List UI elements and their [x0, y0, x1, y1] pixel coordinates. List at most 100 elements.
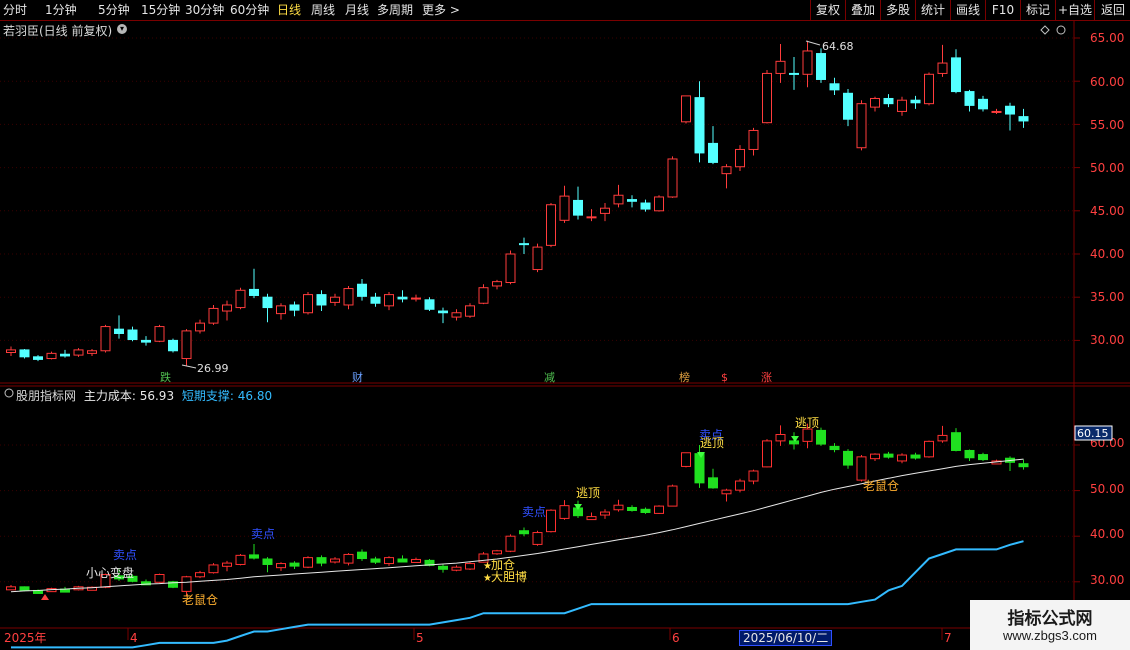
candle-body	[249, 288, 259, 296]
candle-body	[613, 194, 624, 205]
signal-sell: 卖点	[522, 505, 546, 519]
indicator-axis-label: 50.00	[1090, 482, 1124, 496]
cost-value: 56.93	[139, 389, 175, 403]
candle-body	[73, 349, 84, 356]
indicator-bar	[154, 574, 165, 583]
event-mark[interactable]: 减	[544, 371, 555, 384]
indicator-name[interactable]: 股朋指标网	[16, 389, 76, 403]
event-mark[interactable]: 榜	[679, 370, 690, 384]
signal-escape-top: 逃顶	[576, 486, 600, 500]
price-axis-label: 50.00	[1090, 161, 1124, 175]
indicator-bar	[694, 453, 705, 484]
candle-body	[937, 62, 948, 74]
signal-careful: 小心变盘	[86, 565, 134, 580]
indicator-bar	[343, 553, 354, 564]
indicator-bar	[964, 449, 975, 459]
low-annotation-arrow	[181, 364, 197, 369]
support-label-text: 短期支撑:	[181, 389, 234, 403]
signal-sell: 卖点	[251, 527, 275, 541]
candle-body	[721, 166, 732, 175]
indicator-axis-label: 40.00	[1090, 527, 1124, 541]
indicator-bar	[532, 532, 543, 545]
indicator-axis-label: 30.00	[1090, 573, 1124, 587]
cost-label-text: 主力成本:	[83, 389, 136, 403]
candle-body	[748, 129, 759, 150]
candle-body	[505, 253, 516, 284]
candle-body	[114, 328, 124, 334]
candle-body	[856, 103, 867, 149]
price-grid	[0, 37, 1080, 341]
indicator-bar	[843, 450, 853, 466]
indicator-bar	[829, 445, 840, 451]
event-mark[interactable]: 财	[352, 370, 363, 384]
candle-body	[330, 296, 340, 303]
indicator-bar	[762, 440, 772, 468]
indicator-bar	[411, 558, 421, 563]
candle-body	[276, 305, 286, 315]
indicator-bar	[816, 429, 826, 445]
cost-label: 主力成本: 56.93	[84, 389, 174, 403]
indicator-bar	[870, 453, 880, 460]
indicator-bar	[505, 535, 516, 552]
price-axis-label: 30.00	[1090, 333, 1124, 347]
indicator-bar	[681, 452, 691, 467]
chevron-down-icon[interactable]: ▾	[117, 24, 127, 34]
price-axis-label: 45.00	[1090, 204, 1124, 218]
event-mark[interactable]: 跌	[160, 370, 171, 384]
candle-body	[600, 207, 610, 214]
time-axis-label: 7	[944, 631, 952, 645]
candle-body	[303, 294, 313, 314]
low-annotation: 26.99	[197, 362, 229, 375]
price-axis-label: 65.00	[1090, 31, 1124, 45]
watermark-title: 指标公式网	[1007, 609, 1093, 629]
indicator-bar	[856, 456, 867, 481]
candle-body	[168, 339, 178, 352]
candle-body	[411, 297, 421, 300]
star-icon: ★	[483, 573, 492, 584]
candle-body	[87, 350, 97, 354]
indicator-bar	[6, 586, 16, 591]
indicator-bar	[708, 477, 718, 489]
candle-body	[100, 326, 111, 352]
indicator-bar	[303, 557, 313, 568]
candle-body	[978, 98, 988, 110]
indicator-bar	[546, 509, 556, 533]
candle-body	[789, 72, 799, 75]
circle-icon[interactable]	[1056, 25, 1066, 35]
candle-body	[181, 330, 192, 360]
candle-body	[735, 148, 745, 168]
event-mark[interactable]: 涨	[761, 371, 772, 384]
indicator-bar	[316, 557, 327, 564]
candle-body	[208, 307, 219, 324]
event-mark[interactable]: $	[721, 371, 728, 384]
indicator-bar	[289, 562, 300, 567]
indicator-bar	[249, 554, 259, 559]
indicator-bar	[438, 565, 448, 570]
signal-rat-position: 老鼠仓	[182, 593, 218, 607]
candle-body	[829, 83, 840, 91]
candle-body	[33, 356, 43, 360]
candle-body	[573, 199, 583, 216]
indicator-bar	[195, 572, 205, 578]
candle-body	[1005, 105, 1015, 115]
candle-body	[397, 296, 408, 300]
indicator-bar	[667, 485, 678, 507]
indicator-bar	[910, 454, 921, 459]
indicator-bar	[276, 563, 286, 569]
kline-chart[interactable]: 65.00 60.00 55.00 50.00 45.00 40.00 35.0…	[0, 0, 1130, 650]
candle-body	[519, 243, 529, 246]
candle-body	[627, 199, 637, 202]
candle-body	[465, 305, 475, 317]
diamond-icon[interactable]	[1040, 25, 1050, 35]
indicator-bar	[519, 530, 529, 535]
candle-body	[546, 204, 556, 246]
signal-sell: 卖点	[113, 548, 137, 562]
candle-body	[127, 329, 138, 341]
signal-escape-top: 逃顶	[795, 416, 819, 430]
time-axis-label: 5	[416, 631, 424, 645]
indicator-bar	[802, 428, 813, 442]
indicator-bar	[330, 558, 340, 563]
candle-body	[951, 57, 961, 93]
indicator-bar	[451, 566, 462, 571]
candles	[6, 40, 1029, 367]
